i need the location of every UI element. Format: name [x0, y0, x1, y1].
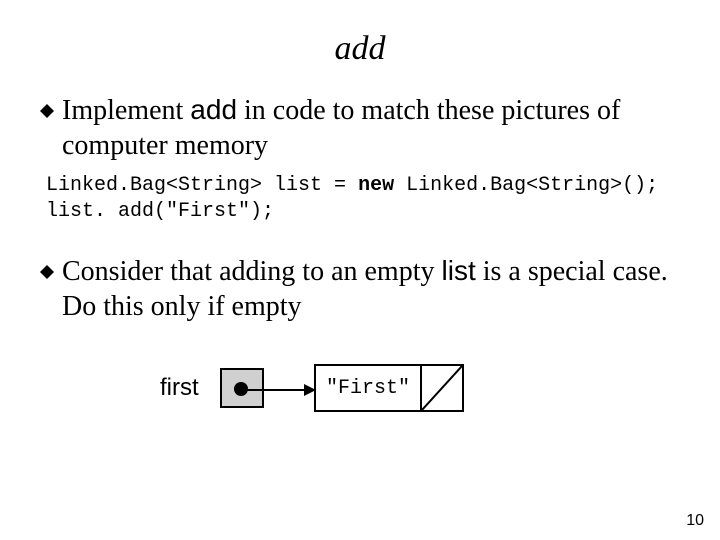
- first-pointer-label: first: [160, 374, 199, 402]
- bullet-item: Consider that adding to an empty list is…: [40, 253, 680, 324]
- code-keyword: new: [358, 174, 394, 197]
- code-block: Linked.Bag<String> list = new Linked.Bag…: [46, 173, 680, 225]
- code-line1-pre: Linked.Bag<String> list =: [46, 174, 358, 197]
- bullet-code: list: [442, 255, 476, 286]
- node-data: "First": [316, 366, 422, 410]
- arrow-icon: [246, 384, 316, 396]
- slide: add Implement add in code to match these…: [0, 0, 720, 540]
- bullet-pre: Consider that adding to an empty: [62, 256, 442, 287]
- bullet-diamond-icon: [40, 104, 54, 118]
- slide-title: add: [40, 30, 680, 68]
- code-line1-post: Linked.Bag<String>();: [394, 174, 658, 197]
- code-line2: list. add("First");: [46, 200, 274, 223]
- bullet-item: Implement add in code to match these pic…: [40, 92, 680, 163]
- linked-list-diagram: first "First": [160, 364, 680, 444]
- bullet-diamond-icon: [40, 265, 54, 279]
- bullet-text: Implement add in code to match these pic…: [62, 92, 680, 163]
- node-next-null: [422, 366, 462, 410]
- list-node: "First": [314, 364, 464, 412]
- bullet-pre: Implement: [62, 95, 190, 126]
- bullet-code: add: [190, 94, 237, 125]
- slide-number: 10: [686, 512, 704, 530]
- bullet-text: Consider that adding to an empty list is…: [62, 253, 680, 324]
